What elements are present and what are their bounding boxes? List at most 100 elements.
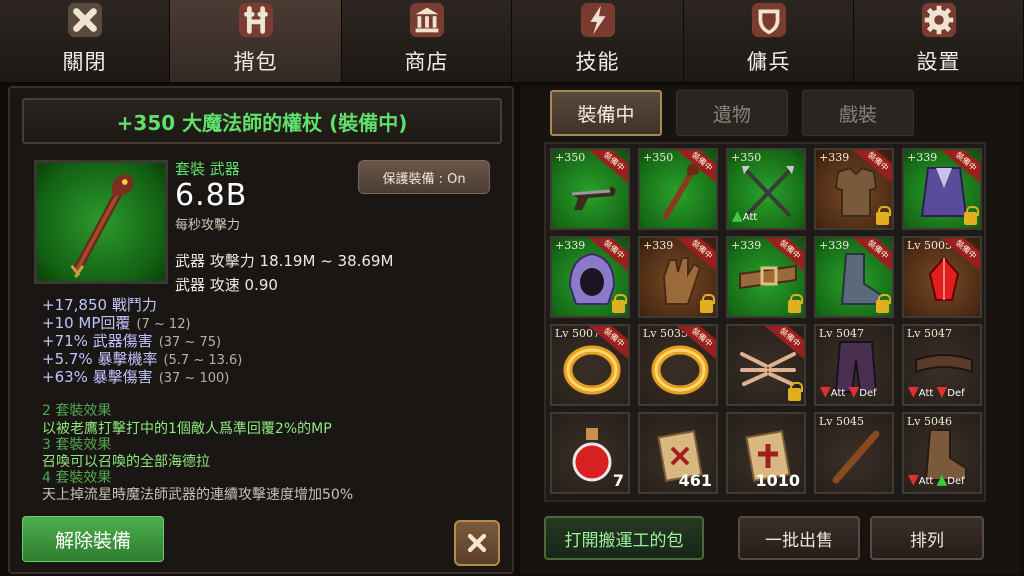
slot-level: Lv 5046 bbox=[907, 415, 953, 428]
set-weapon-label: 套裝 武器 bbox=[175, 160, 240, 178]
lock-icon bbox=[788, 382, 803, 401]
slot-level: +350 bbox=[731, 151, 762, 164]
arrow-down-icon: ▼ bbox=[936, 384, 948, 400]
close-x-icon bbox=[65, 0, 105, 40]
slot-level: +339 bbox=[555, 239, 586, 252]
filter-tab-costume[interactable]: 戲裝 bbox=[802, 90, 914, 136]
item-large-icon bbox=[34, 160, 168, 284]
compare-arrows: ▼Att ▲Def bbox=[908, 472, 965, 488]
tab-skills[interactable]: 技能 bbox=[512, 0, 684, 84]
lock-icon bbox=[964, 206, 979, 225]
gear-icon bbox=[919, 0, 959, 40]
top-nav-bar: 關閉 揹包 商店 技能 傭兵 設置 bbox=[0, 0, 1024, 84]
item-detail-panel: +350 大魔法師的權杖 (裝備中) 套裝 武器 6.8B 每秒攻擊力 保護裝備… bbox=[8, 86, 514, 574]
lock-icon bbox=[612, 294, 627, 313]
bulk-sell-button[interactable]: 一批出售 bbox=[738, 516, 860, 560]
inventory-slot[interactable]: Lv 5047 ▼Att ▼Def bbox=[814, 324, 894, 406]
inventory-slot[interactable]: Lv 5035 裝備中 bbox=[638, 324, 718, 406]
arrow-up-icon: ▲ bbox=[936, 472, 948, 488]
inventory-slot[interactable]: +339 裝備中 bbox=[550, 236, 630, 318]
inventory-slot[interactable]: +339 裝備中 bbox=[814, 236, 894, 318]
tab-close-label: 關閉 bbox=[62, 50, 107, 74]
backpack-icon bbox=[236, 0, 276, 40]
inventory-slot[interactable]: +350 裝備中 bbox=[550, 148, 630, 230]
att-label: Att bbox=[918, 388, 934, 399]
set-effect-heading: 2 套裝效果 bbox=[42, 403, 112, 419]
tab-mercenary-label: 傭兵 bbox=[746, 50, 791, 74]
slot-level: +339 bbox=[643, 239, 674, 252]
unequip-button[interactable]: 解除裝備 bbox=[22, 516, 164, 562]
inventory-slot[interactable]: +339 裝備中 bbox=[902, 148, 982, 230]
wand-icon bbox=[832, 430, 880, 484]
sort-button[interactable]: 排列 bbox=[870, 516, 984, 560]
arrow-up-icon: ▲ bbox=[732, 208, 743, 224]
inventory-slot[interactable]: Lv 5005 裝備中 bbox=[902, 236, 982, 318]
inventory-slot[interactable]: +339 裝備中 bbox=[814, 148, 894, 230]
att-label: Att bbox=[918, 476, 934, 487]
slot-level: Lv 5047 bbox=[819, 327, 865, 340]
arrow-down-icon: ▼ bbox=[908, 384, 919, 400]
inventory-panel: 裝備中 遺物 戲裝 +350 裝備中 +350 裝備中 +350 ▲Att +339 裝備中… bbox=[520, 86, 1020, 574]
item-title-bar: +350 大魔法師的權杖 (裝備中) bbox=[22, 98, 502, 144]
inventory-slot[interactable]: +350 裝備中 bbox=[638, 148, 718, 230]
att-label: Att bbox=[830, 388, 846, 399]
close-detail-button[interactable] bbox=[454, 520, 500, 566]
stack-count: 461 bbox=[678, 471, 712, 490]
inventory-slot[interactable]: +350 ▲Att bbox=[726, 148, 806, 230]
tab-shop[interactable]: 商店 bbox=[342, 0, 512, 84]
close-icon bbox=[467, 533, 487, 553]
lightning-icon bbox=[578, 0, 618, 40]
slot-level: +350 bbox=[555, 151, 586, 164]
def-label: Def bbox=[947, 476, 965, 487]
bonus-stat: +63% 暴擊傷害 (37 ~ 100) bbox=[42, 368, 230, 386]
stack-count: 1010 bbox=[755, 471, 800, 490]
item-title: +350 大魔法師的權杖 (裝備中) bbox=[116, 110, 408, 135]
dps-label: 每秒攻擊力 bbox=[175, 218, 241, 233]
compare-arrows: ▼Att ▼Def bbox=[908, 384, 965, 400]
slot-level: +339 bbox=[907, 151, 938, 164]
tab-settings[interactable]: 設置 bbox=[854, 0, 1024, 84]
shield-icon bbox=[749, 0, 789, 40]
tab-backpack[interactable]: 揹包 bbox=[170, 0, 342, 84]
staff-icon bbox=[70, 174, 134, 278]
inventory-grid: +350 裝備中 +350 裝備中 +350 ▲Att +339 裝備中 +339 裝備中 +33… bbox=[544, 142, 986, 502]
inventory-slot[interactable]: 裝備中 bbox=[726, 324, 806, 406]
inventory-slot[interactable]: +339 裝備中 bbox=[726, 236, 806, 318]
tab-skills-label: 技能 bbox=[575, 50, 620, 74]
tab-shop-label: 商店 bbox=[404, 50, 449, 74]
inventory-slot[interactable]: +339 裝備中 bbox=[638, 236, 718, 318]
slot-level: Lv 5047 bbox=[907, 327, 953, 340]
inventory-slot[interactable]: 461 bbox=[638, 412, 718, 494]
slot-level: +339 bbox=[731, 239, 762, 252]
inventory-slot[interactable]: 7 bbox=[550, 412, 630, 494]
lock-icon bbox=[700, 294, 715, 313]
def-label: Def bbox=[859, 388, 877, 399]
tab-close[interactable]: 關閉 bbox=[0, 0, 170, 84]
att-label: Att bbox=[742, 212, 758, 223]
tab-backpack-label: 揹包 bbox=[233, 50, 278, 74]
tab-settings-label: 設置 bbox=[916, 50, 961, 74]
slot-level: Lv 5045 bbox=[819, 415, 865, 428]
filter-tab-equipped[interactable]: 裝備中 bbox=[550, 90, 662, 136]
inventory-slot[interactable]: Lv 5047 ▼Att ▼Def bbox=[902, 324, 982, 406]
inventory-slot[interactable]: Lv 5045 bbox=[814, 412, 894, 494]
arrow-down-icon: ▼ bbox=[820, 384, 831, 400]
weapon-speed-stat: 武器 攻速 0.90 bbox=[175, 276, 278, 294]
slot-level: +339 bbox=[819, 239, 850, 252]
tab-mercenary[interactable]: 傭兵 bbox=[684, 0, 854, 84]
lock-icon bbox=[876, 294, 891, 313]
set-effect-desc: 天上掉流星時魔法師武器的連續攻擊速度增加50% bbox=[42, 487, 354, 503]
inventory-slot[interactable]: Lv 5007 裝備中 bbox=[550, 324, 630, 406]
protect-equipment-toggle[interactable]: 保護裝備 : On bbox=[358, 160, 490, 194]
inventory-slot[interactable]: 1010 bbox=[726, 412, 806, 494]
arrow-down-icon: ▼ bbox=[908, 472, 919, 488]
shop-building-icon bbox=[407, 0, 447, 40]
slot-level: +350 bbox=[643, 151, 674, 164]
lock-icon bbox=[876, 206, 891, 225]
filter-tab-relics[interactable]: 遺物 bbox=[676, 90, 788, 136]
compare-arrows: ▼Att ▼Def bbox=[820, 384, 877, 400]
lock-icon bbox=[788, 294, 803, 313]
inventory-slot[interactable]: Lv 5046 ▼Att ▲Def bbox=[902, 412, 982, 494]
open-porter-bag-button[interactable]: 打開搬運工的包 bbox=[544, 516, 704, 560]
arrow-down-icon: ▼ bbox=[848, 384, 860, 400]
